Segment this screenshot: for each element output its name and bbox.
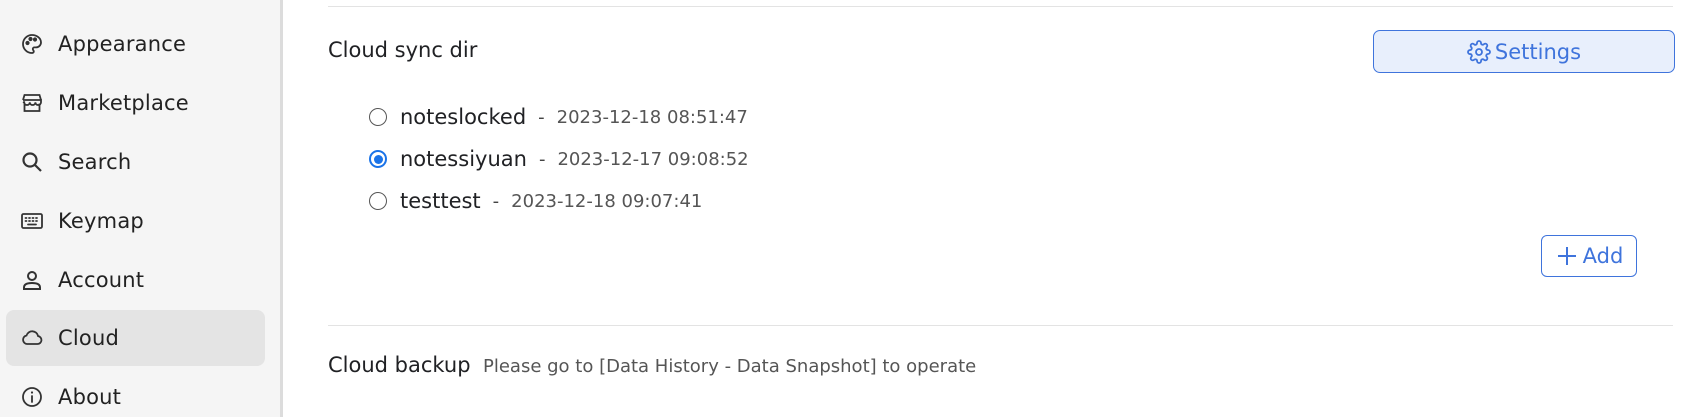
- sync-dir-time: 2023-12-18 09:07:41: [511, 190, 703, 212]
- search-icon: [19, 149, 45, 175]
- separator: -: [538, 148, 546, 170]
- sync-dir-time: 2023-12-18 08:51:47: [556, 106, 748, 128]
- sidebar-item-account[interactable]: Account: [6, 252, 265, 308]
- sync-dir-time: 2023-12-17 09:08:52: [557, 148, 749, 170]
- sidebar-item-marketplace[interactable]: Marketplace: [6, 75, 265, 131]
- sidebar-item-label: Appearance: [58, 32, 187, 56]
- sidebar-item-cloud[interactable]: Cloud: [6, 310, 265, 366]
- separator: -: [538, 106, 545, 128]
- radio-button[interactable]: [369, 192, 387, 210]
- sidebar-item-keymap[interactable]: Keymap: [6, 193, 265, 249]
- sync-dir-name: testtest: [400, 189, 481, 213]
- add-button-label: Add: [1582, 244, 1624, 268]
- radio-button[interactable]: [369, 108, 387, 126]
- sidebar-item-label: Marketplace: [58, 91, 189, 115]
- sidebar-item-about[interactable]: About: [6, 369, 265, 417]
- sync-dir-option[interactable]: notessiyuan - 2023-12-17 09:08:52: [369, 144, 749, 174]
- sidebar-item-appearance[interactable]: Appearance: [6, 16, 265, 72]
- sync-dir-name: notessiyuan: [400, 147, 527, 171]
- main-panel: Cloud sync dir Settings noteslocked - 20…: [283, 0, 1703, 417]
- sidebar-item-label: Search: [58, 150, 132, 174]
- palette-icon: [19, 31, 45, 57]
- plus-icon: [1557, 247, 1576, 265]
- cloud-sync-dir-title: Cloud sync dir: [328, 38, 478, 62]
- settings-button-label: Settings: [1494, 39, 1582, 64]
- gear-icon: [1467, 39, 1491, 64]
- sidebar-item-label: Keymap: [58, 209, 144, 233]
- sidebar-item-label: Cloud: [58, 326, 119, 350]
- cloud-backup-title: Cloud backup: [328, 353, 471, 377]
- settings-button[interactable]: Settings: [1373, 30, 1675, 73]
- keyboard-icon: [19, 208, 45, 234]
- sidebar: Appearance Marketplace Search Keymap Acc…: [0, 0, 283, 417]
- user-icon: [19, 267, 45, 293]
- info-icon: [19, 384, 45, 410]
- divider: [328, 6, 1673, 7]
- sidebar-item-search[interactable]: Search: [6, 134, 265, 190]
- cloud-backup-description: Please go to [Data History - Data Snapsh…: [483, 356, 977, 377]
- sidebar-item-label: Account: [58, 268, 145, 292]
- sidebar-item-label: About: [58, 385, 122, 409]
- separator: -: [492, 190, 500, 212]
- sync-dir-option[interactable]: testtest - 2023-12-18 09:07:41: [369, 186, 702, 216]
- store-icon: [19, 90, 45, 116]
- radio-button-selected[interactable]: [369, 150, 387, 168]
- divider: [328, 325, 1673, 326]
- cloud-icon: [19, 325, 45, 351]
- sync-dir-name: noteslocked: [400, 105, 527, 129]
- sync-dir-option[interactable]: noteslocked - 2023-12-18 08:51:47: [369, 102, 748, 132]
- add-button[interactable]: Add: [1541, 235, 1637, 277]
